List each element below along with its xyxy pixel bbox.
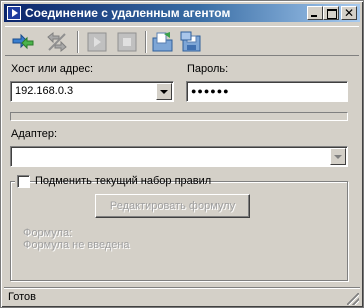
formula-label: Формула: (23, 227, 73, 239)
resize-grip-icon[interactable] (347, 293, 359, 305)
window-title: Соединение с удаленным агентом (25, 6, 231, 20)
status-text: Готов (8, 291, 36, 303)
password-label: Пароль: (187, 63, 229, 75)
title-bar[interactable]: Соединение с удаленным агентом ✕ (4, 4, 360, 22)
save-button[interactable] (179, 30, 203, 54)
toolbar-separator (145, 31, 147, 53)
host-dropdown-button[interactable] (156, 83, 172, 100)
progress-bar (10, 112, 348, 121)
save-icon (180, 31, 201, 52)
app-icon (7, 6, 21, 20)
minimize-button[interactable] (307, 6, 323, 20)
connect-icon (12, 33, 34, 50)
replace-rules-label: Подменить текущий набор правил (35, 175, 212, 187)
app-window: Соединение с удаленным агентом ✕ Хост ил… (0, 0, 364, 308)
password-field[interactable]: ●●●●●● (186, 81, 348, 102)
maximize-button[interactable] (323, 6, 339, 20)
toolbar (5, 26, 359, 56)
toolbar-separator (77, 31, 79, 53)
disconnect-icon (47, 31, 67, 53)
formula-value: Формула не введена (23, 239, 130, 251)
open-button[interactable] (151, 30, 175, 54)
play-icon (87, 32, 107, 52)
close-button[interactable]: ✕ (341, 6, 357, 20)
stop-button[interactable] (115, 30, 139, 54)
edit-formula-button[interactable]: Редактировать формулу (95, 194, 250, 218)
host-label: Хост или адрес: (11, 63, 94, 75)
open-folder-icon (152, 32, 173, 52)
adapter-combobox[interactable] (10, 146, 348, 167)
host-value: 192.168.0.3 (15, 85, 74, 97)
adapter-label: Адаптер: (11, 128, 58, 140)
close-icon: ✕ (344, 6, 355, 20)
adapter-dropdown-button[interactable] (330, 148, 346, 165)
replace-rules-option[interactable]: Подменить текущий набор правил (15, 174, 211, 190)
start-button[interactable] (85, 30, 109, 54)
disconnect-button[interactable] (45, 30, 69, 54)
connect-button[interactable] (11, 30, 35, 54)
replace-rules-checkbox[interactable] (17, 175, 30, 188)
status-bar: Готов (4, 287, 360, 306)
host-combobox[interactable]: 192.168.0.3 (10, 81, 174, 102)
stop-icon (117, 32, 137, 52)
password-value: ●●●●●● (191, 86, 230, 96)
